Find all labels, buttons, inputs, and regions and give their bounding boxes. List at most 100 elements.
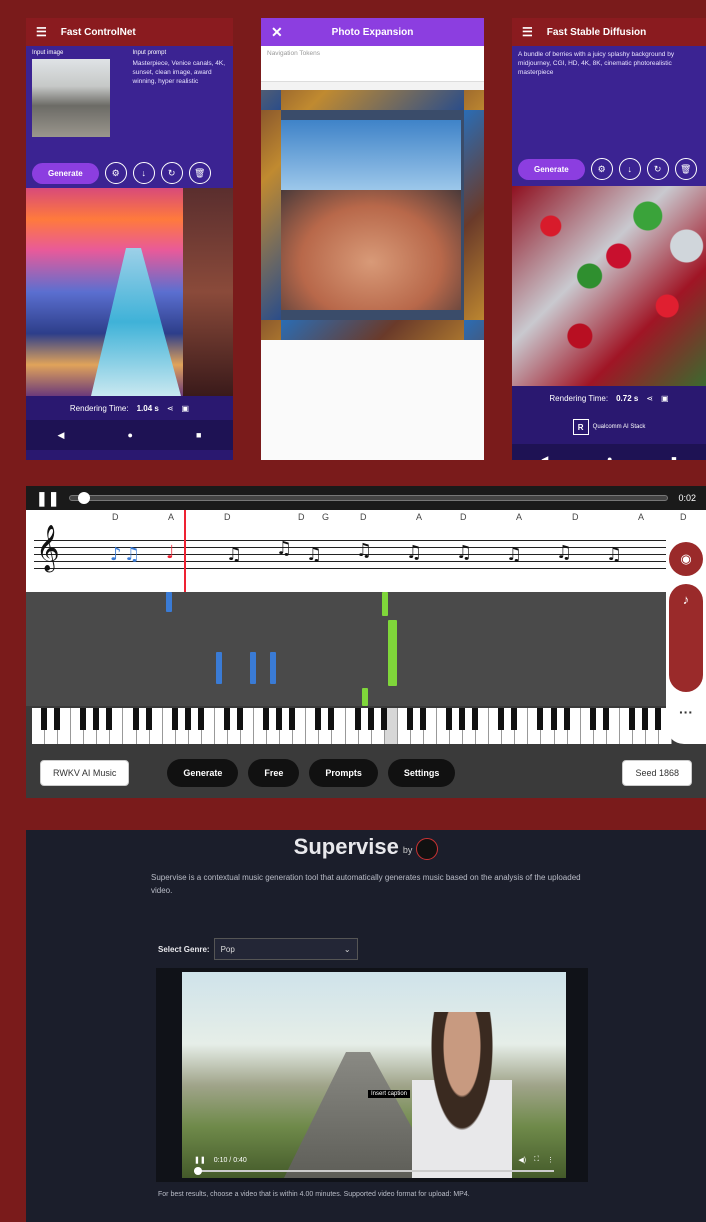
refresh-icon[interactable]: ↻ (646, 158, 669, 180)
chord-label: D (460, 512, 467, 522)
generate-button[interactable]: Generate (167, 759, 239, 787)
side-controls: ◉ ♪ ··· (666, 534, 706, 744)
settings-icon[interactable]: ⚙ (104, 162, 127, 184)
video-caption: Insert caption (368, 1090, 411, 1098)
settings-icon[interactable]: ⚙ (590, 158, 613, 180)
input-prompt-label: Input prompt (132, 50, 167, 56)
action-row: Generate ⚙ ↓ ↻ 🗑 (512, 154, 706, 186)
note-icon: ♫ (226, 544, 243, 565)
pause-icon[interactable]: ❚❚ (36, 490, 59, 507)
menu-icon[interactable]: ☰ (36, 25, 47, 39)
empty-panel (261, 340, 484, 460)
chevron-down-icon: ⌄ (343, 944, 351, 954)
input-image[interactable] (32, 59, 110, 137)
volume-icon[interactable]: ◉ (669, 542, 703, 576)
delete-icon[interactable]: 🗑 (674, 158, 697, 180)
seed-button[interactable]: Seed 1868 (622, 760, 692, 786)
piano-key[interactable] (123, 708, 139, 744)
home-icon[interactable]: ● (607, 454, 612, 460)
chord-label: D (298, 512, 305, 522)
piano-keyboard[interactable] (32, 708, 673, 744)
back-icon[interactable]: ◀ (541, 454, 548, 461)
rwkv-button[interactable]: RWKV AI Music (40, 760, 130, 786)
app-title: Fast Stable Diffusion (546, 26, 647, 38)
info-icon[interactable]: ▣ (661, 394, 669, 403)
logo-text: Qualcomm AI Stack (592, 424, 646, 430)
piano-key[interactable] (580, 708, 596, 744)
download-icon[interactable]: ↓ (132, 162, 155, 184)
app-bar: ☰ Fast Stable Diffusion (512, 18, 706, 46)
rendering-label: Rendering Time: (549, 393, 609, 403)
roll-note (216, 652, 222, 684)
upload-note: For best results, choose a video that is… (158, 1191, 470, 1198)
piano-key[interactable] (214, 708, 230, 744)
piano-key[interactable] (162, 708, 178, 744)
expanded-image (261, 90, 484, 340)
more-icon[interactable]: ⋮ (547, 1156, 554, 1164)
info-icon[interactable]: ▣ (182, 404, 190, 413)
more-icon[interactable]: ··· (666, 704, 706, 720)
pause-icon[interactable]: ❚❚ (194, 1156, 206, 1164)
share-icon[interactable]: ⋖ (646, 394, 653, 403)
instrument-icon[interactable]: ♪ (669, 584, 703, 692)
notes: ♪ ♫ ♩ ♫ ♫ ♫ ♫ ♫ ♫ ♫ ♫ ♫ (106, 536, 666, 576)
rendering-value: 1.04 s (136, 403, 159, 413)
input-prompt-column: Input prompt Masterpiece, Venice canals,… (133, 50, 228, 154)
share-icon[interactable]: ⋖ (167, 404, 174, 413)
back-icon[interactable]: ◀ (58, 430, 65, 441)
sheet-music: D A D D G D A D A D A D 𝄞 ♪ ♫ ♩ ♫ ♫ ♫ ♫ … (26, 510, 706, 592)
system-nav-bar: ◀ ● ■ (26, 420, 233, 450)
text-field[interactable]: Navigation Tokens (261, 46, 484, 82)
prompt-text[interactable]: A bundle of berries with a juicy splashy… (512, 46, 706, 154)
piano-key[interactable] (436, 708, 452, 744)
refresh-icon[interactable]: ↻ (160, 162, 183, 184)
volume-icon[interactable]: ◀) (518, 1156, 526, 1164)
menu-icon[interactable]: ☰ (522, 25, 533, 39)
video-player[interactable]: Insert caption ❚❚ 0:10 / 0:40 ◀) ⛶ ⋮ (156, 968, 588, 1182)
piano-key[interactable] (528, 708, 544, 744)
chord-label: D (112, 512, 119, 522)
piano-key[interactable] (619, 708, 635, 744)
seek-knob[interactable] (78, 492, 91, 504)
generate-button[interactable]: Generate (32, 162, 99, 184)
generate-button[interactable]: Generate (518, 158, 585, 180)
note-icon: ♫ (606, 544, 623, 565)
genre-row: Select Genre: Pop ⌄ (158, 938, 358, 960)
chord-label: D (360, 512, 367, 522)
seek-slider[interactable] (69, 492, 669, 504)
home-icon[interactable]: ● (128, 430, 133, 440)
download-icon[interactable]: ↓ (618, 158, 641, 180)
chord-label: A (638, 512, 645, 522)
chord-label: D (572, 512, 579, 522)
prompt-text[interactable]: Masterpiece, Venice canals, 4K, sunset, … (133, 59, 228, 86)
generated-image (26, 188, 233, 396)
piano-key[interactable] (397, 708, 413, 744)
genre-value: Pop (220, 944, 235, 954)
treble-clef-icon: 𝄞 (36, 525, 60, 571)
piano-key[interactable] (71, 708, 87, 744)
piano-key[interactable] (32, 708, 48, 744)
piano-key[interactable] (489, 708, 505, 744)
app-title: Fast ControlNet (60, 26, 136, 38)
brand-logo-icon (416, 838, 439, 860)
prompts-button[interactable]: Prompts (309, 759, 378, 787)
piano-key[interactable] (306, 708, 322, 744)
photo-expansion-phone: ✕ Photo Expansion Navigation Tokens (261, 18, 484, 460)
video-progress[interactable] (194, 1167, 554, 1175)
recents-icon[interactable]: ■ (196, 430, 201, 440)
genre-select[interactable]: Pop ⌄ (213, 938, 358, 960)
piano-key[interactable] (254, 708, 270, 744)
roll-note (166, 592, 172, 612)
chord-label: A (516, 512, 523, 522)
supervise-app: Supervise by Supervise is a contextual m… (26, 830, 706, 1222)
delete-icon[interactable]: 🗑 (188, 162, 211, 184)
settings-button[interactable]: Settings (387, 759, 456, 787)
fullscreen-icon[interactable]: ⛶ (534, 1156, 539, 1164)
piano-key[interactable] (345, 708, 361, 744)
progress-knob[interactable] (194, 1167, 202, 1175)
qualcomm-logo: R Qualcomm AI Stack (512, 410, 706, 444)
recents-icon[interactable]: ■ (671, 454, 676, 460)
free-button[interactable]: Free (248, 759, 300, 787)
playhead (184, 510, 186, 592)
close-icon[interactable]: ✕ (271, 24, 283, 41)
